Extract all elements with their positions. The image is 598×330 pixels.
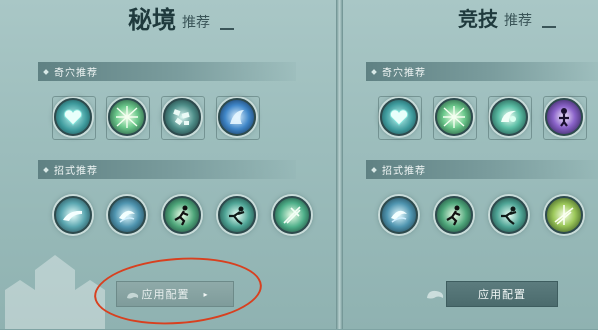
right-apply-config-label: 应用配置 <box>478 288 526 301</box>
spiral-wind-icon[interactable] <box>380 196 418 234</box>
right-title-main: 竞技 <box>458 7 498 31</box>
right-apply-config-button[interactable]: 应用配置 <box>446 281 558 307</box>
dash-figure-icon[interactable] <box>218 196 256 234</box>
blue-wave-icon[interactable] <box>216 96 260 140</box>
diamond-icon <box>43 166 49 173</box>
figure-aura-icon[interactable] <box>543 96 587 140</box>
building-silhouette-decoration <box>5 255 105 329</box>
right-title-sub: 推荐 <box>504 13 532 29</box>
title-dash-decoration <box>220 28 234 30</box>
running-figure-icon[interactable] <box>163 196 201 234</box>
right-talent-section-header: 奇穴推荐 <box>366 62 598 81</box>
left-title-main: 秘境 <box>128 5 176 34</box>
left-skill-section-label: 招式推荐 <box>54 166 98 177</box>
sword-light-icon[interactable] <box>273 196 311 234</box>
lightning-burst-icon[interactable] <box>106 96 150 140</box>
left-skill-section-header: 招式推荐 <box>38 160 296 179</box>
panel-divider <box>336 0 343 329</box>
left-title-sub: 推荐 <box>182 15 210 31</box>
right-title: 竞技 推荐 <box>458 6 556 32</box>
diamond-icon <box>371 68 377 75</box>
heart-shield-icon[interactable] <box>378 96 422 140</box>
diamond-icon <box>371 166 377 173</box>
light-burst-icon[interactable] <box>545 196 583 234</box>
left-title: 秘境 推荐 <box>128 6 234 34</box>
right-skill-section-header: 招式推荐 <box>366 160 598 179</box>
energy-swirl-icon[interactable] <box>488 96 532 140</box>
left-talent-section-header: 奇穴推荐 <box>38 62 296 81</box>
running-figure-icon[interactable] <box>435 196 473 234</box>
right-panel-arena: 竞技 推荐 奇穴推荐 招式推荐 应用配置 <box>343 0 598 329</box>
spiral-wind-icon[interactable] <box>108 196 146 234</box>
cloud-swirl-icon <box>427 290 444 299</box>
diamond-icon <box>43 68 49 75</box>
dash-figure-icon[interactable] <box>490 196 528 234</box>
lightning-burst-icon[interactable] <box>433 96 477 140</box>
right-talent-section-label: 奇穴推荐 <box>382 68 426 79</box>
cluster-stone-icon[interactable] <box>161 96 205 140</box>
left-talent-section-label: 奇穴推荐 <box>54 68 98 79</box>
right-skill-section-label: 招式推荐 <box>382 166 426 177</box>
palm-strike-icon[interactable] <box>54 196 92 234</box>
title-dash-decoration <box>542 26 556 28</box>
heart-shield-icon[interactable] <box>52 96 96 140</box>
